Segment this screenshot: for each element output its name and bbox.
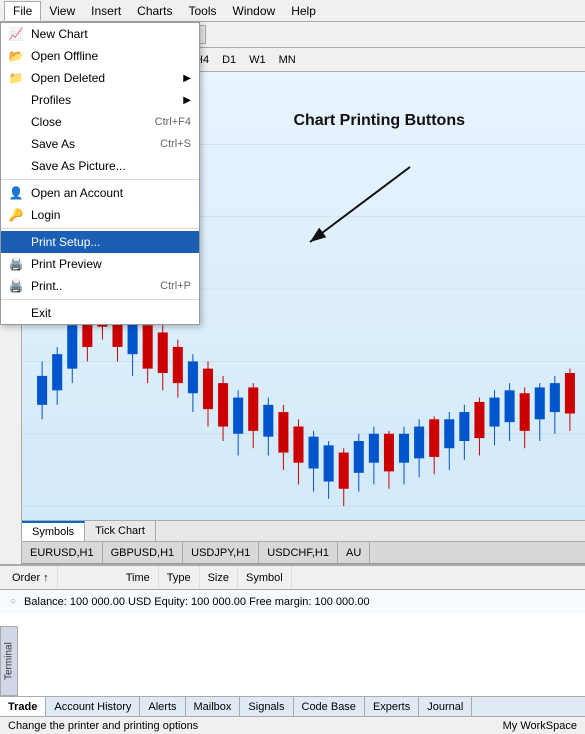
- menu-item-exit[interactable]: Exit: [1, 302, 199, 324]
- menu-tools[interactable]: Tools: [181, 2, 225, 20]
- profiles-icon: [7, 91, 25, 109]
- open-deleted-arrow: ▶: [183, 73, 191, 84]
- save-as-picture-label: Save As Picture...: [31, 159, 126, 173]
- symbol-tab-bar: EURUSD,H1 GBPUSD,H1 USDJPY,H1 USDCHF,H1 …: [22, 542, 585, 564]
- menu-insert[interactable]: Insert: [83, 2, 129, 20]
- menu-window[interactable]: Window: [225, 2, 284, 20]
- chart-tab-bar: Symbols Tick Chart: [22, 520, 585, 542]
- menu-help[interactable]: Help: [283, 2, 324, 20]
- menu-separator-1: [1, 179, 199, 180]
- close-label: Close: [31, 115, 62, 129]
- open-account-label: Open an Account: [31, 186, 123, 200]
- profiles-label: Profiles: [31, 93, 71, 107]
- print-preview-label: Print Preview: [31, 257, 102, 271]
- file-dropdown-menu: 📈 New Chart 📂 Open Offline 📁 Open Delete…: [0, 22, 200, 325]
- chart-annotation: Chart Printing Buttons: [293, 112, 465, 130]
- close-shortcut: Ctrl+F4: [155, 116, 191, 128]
- status-bar: Change the printer and printing options …: [0, 716, 585, 734]
- print-shortcut: Ctrl+P: [160, 280, 191, 292]
- terminal-header: Order ↑ Time Type Size Symbol: [0, 566, 585, 590]
- new-chart-label: New Chart: [31, 27, 88, 41]
- tf-mn[interactable]: MN: [273, 51, 302, 69]
- tf-w1[interactable]: W1: [243, 51, 272, 69]
- open-offline-icon: 📂: [7, 47, 25, 65]
- login-label: Login: [31, 208, 60, 222]
- menu-file[interactable]: File: [4, 1, 41, 21]
- print-setup-label: Print Setup...: [31, 235, 100, 249]
- col-size: Size: [200, 566, 238, 589]
- menu-item-print-preview[interactable]: 🖨️ Print Preview: [1, 253, 199, 275]
- annotation-text: Chart Printing Buttons: [293, 112, 465, 129]
- menu-separator-3: [1, 299, 199, 300]
- open-offline-label: Open Offline: [31, 49, 98, 63]
- col-symbol: Symbol: [238, 566, 292, 589]
- balance-circle: ○: [10, 596, 16, 608]
- terminal-tab-mailbox[interactable]: Mailbox: [186, 697, 241, 716]
- terminal-tab-signals[interactable]: Signals: [240, 697, 293, 716]
- menubar: File View Insert Charts Tools Window Hel…: [0, 0, 585, 22]
- exit-icon: [7, 304, 25, 322]
- login-icon: 🔑: [7, 206, 25, 224]
- close-icon: [7, 113, 25, 131]
- symbol-tab-au[interactable]: AU: [338, 542, 370, 563]
- menu-item-save-as[interactable]: Save As Ctrl+S: [1, 133, 199, 155]
- menu-item-open-deleted[interactable]: 📁 Open Deleted ▶: [1, 67, 199, 89]
- terminal-tab-codebase[interactable]: Code Base: [294, 697, 365, 716]
- menu-item-print[interactable]: 🖨️ Print.. Ctrl+P: [1, 275, 199, 297]
- symbol-tab-usdjpy[interactable]: USDJPY,H1: [183, 542, 259, 563]
- terminal-vertical-label[interactable]: Terminal: [0, 626, 18, 696]
- open-deleted-icon: 📁: [7, 69, 25, 87]
- menu-item-open-offline[interactable]: 📂 Open Offline: [1, 45, 199, 67]
- print-label: Print..: [31, 279, 62, 293]
- menu-item-print-setup[interactable]: Print Setup...: [1, 231, 199, 253]
- exit-label: Exit: [31, 306, 51, 320]
- save-picture-icon: [7, 157, 25, 175]
- symbol-tab-gbpusd[interactable]: GBPUSD,H1: [103, 542, 184, 563]
- chart-tab-symbols[interactable]: Symbols: [22, 521, 85, 541]
- save-as-icon: [7, 135, 25, 153]
- col-type: Type: [159, 566, 200, 589]
- terminal-tab-alerts[interactable]: Alerts: [140, 697, 185, 716]
- menu-charts[interactable]: Charts: [129, 2, 180, 20]
- menu-item-open-account[interactable]: 👤 Open an Account: [1, 182, 199, 204]
- status-left: Change the printer and printing options: [8, 720, 198, 732]
- print-icon: 🖨️: [7, 277, 25, 295]
- menu-view[interactable]: View: [41, 2, 83, 20]
- print-preview-icon: 🖨️: [7, 255, 25, 273]
- terminal-tab-journal[interactable]: Journal: [419, 697, 472, 716]
- chart-tab-tick[interactable]: Tick Chart: [85, 521, 156, 541]
- terminal-body: ○ Balance: 100 000.00 USD Equity: 100 00…: [0, 590, 585, 614]
- tf-d1[interactable]: D1: [216, 51, 242, 69]
- print-setup-icon: [7, 233, 25, 251]
- symbol-tab-usdchf[interactable]: USDCHF,H1: [259, 542, 338, 563]
- new-chart-icon: 📈: [7, 25, 25, 43]
- menu-item-save-as-picture[interactable]: Save As Picture...: [1, 155, 199, 177]
- terminal-panel: Order ↑ Time Type Size Symbol ○ Balance:…: [0, 564, 585, 716]
- terminal-tab-trade[interactable]: Trade: [0, 697, 46, 716]
- terminal-tab-account-history[interactable]: Account History: [46, 697, 140, 716]
- menu-item-profiles[interactable]: Profiles ▶: [1, 89, 199, 111]
- status-right: My WorkSpace: [503, 720, 577, 732]
- terminal-tab-experts[interactable]: Experts: [365, 697, 419, 716]
- balance-text: Balance: 100 000.00 USD Equity: 100 000.…: [24, 596, 370, 608]
- save-as-label: Save As: [31, 137, 75, 151]
- save-as-shortcut: Ctrl+S: [160, 138, 191, 150]
- menu-separator-2: [1, 228, 199, 229]
- menu-item-new-chart[interactable]: 📈 New Chart: [1, 23, 199, 45]
- open-deleted-label: Open Deleted: [31, 71, 105, 85]
- open-account-icon: 👤: [7, 184, 25, 202]
- terminal-tabs: Trade Account History Alerts Mailbox Sig…: [0, 696, 585, 716]
- symbol-tab-eurusd[interactable]: EURUSD,H1: [22, 542, 103, 563]
- menu-item-login[interactable]: 🔑 Login: [1, 204, 199, 226]
- col-time: Time: [118, 566, 159, 589]
- annotation-arrow: [290, 157, 430, 257]
- col-order: Order ↑: [4, 566, 58, 589]
- profiles-arrow: ▶: [183, 95, 191, 106]
- balance-row: ○ Balance: 100 000.00 USD Equity: 100 00…: [6, 594, 579, 610]
- menu-item-close[interactable]: Close Ctrl+F4: [1, 111, 199, 133]
